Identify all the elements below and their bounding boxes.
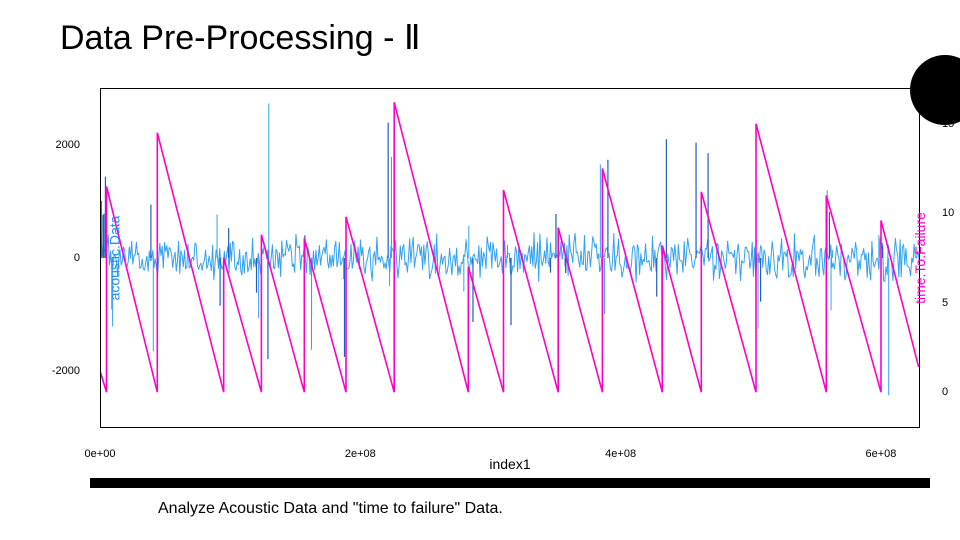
chart: acoustic.Data time.To.Failure index1 -20… xyxy=(100,88,920,428)
caption-text: Analyze Acoustic Data and "time to failu… xyxy=(158,500,503,518)
y-right-ticks: 051015 xyxy=(884,88,934,428)
page-title: Data Pre-Processing - Ⅱ xyxy=(60,18,421,58)
x-label: index1 xyxy=(489,456,530,472)
plot-area xyxy=(100,88,920,428)
y-left-ticks: -200002000 xyxy=(86,88,136,428)
divider-strip xyxy=(90,478,930,488)
